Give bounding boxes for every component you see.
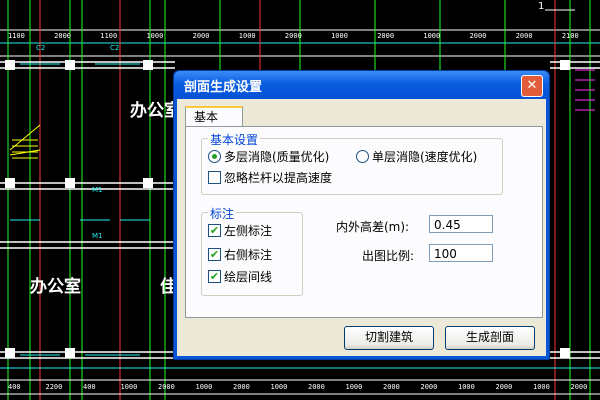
dimension-value: 2000 xyxy=(469,32,487,40)
dimension-value: 2000 xyxy=(420,383,438,391)
window-tag: C2 xyxy=(36,44,46,52)
radio-multi-layer[interactable] xyxy=(208,150,221,163)
checkbox-draw-floor-lines[interactable]: ✔ xyxy=(208,270,221,283)
dimension-value: 1000 xyxy=(146,32,164,40)
dimension-value: 1000 xyxy=(345,383,363,391)
dimension-value: 1000 xyxy=(238,32,256,40)
dimension-value: 2000 xyxy=(54,32,71,40)
section-settings-dialog: 剖面生成设置 ✕ 基本 基本设置 多层消隐(质量优化) 单层消隐(速度优化) 忽… xyxy=(173,70,550,360)
dimension-value: 1100 xyxy=(8,32,25,40)
dimension-value: 1000 xyxy=(270,383,288,391)
dimension-value: 400 xyxy=(83,383,96,391)
basic-settings-group: 基本设置 多层消隐(质量优化) 单层消隐(速度优化) 忽略栏杆以提高速度 xyxy=(201,131,503,195)
door-tag: M1 xyxy=(92,232,103,240)
checkbox-left-annotation[interactable]: ✔ xyxy=(208,224,221,237)
dimension-value: 1000 xyxy=(533,383,550,391)
dimension-row-bottom: 400 2200 400 1000 2000 1000 2000 1000 2000 1000 20… xyxy=(0,383,600,392)
dimension-value: 1100 xyxy=(100,32,118,40)
dimension-value: 2200 xyxy=(45,383,63,391)
dialog-body: 基本 基本设置 多层消隐(质量优化) 单层消隐(速度优化) 忽略栏杆以提高速度 … xyxy=(177,99,546,356)
radio-multi-layer-label[interactable]: 多层消隐(质量优化) xyxy=(224,148,329,165)
scale-input[interactable]: 100 xyxy=(429,244,493,262)
dimension-value: 1000 xyxy=(195,383,213,391)
radio-single-layer[interactable] xyxy=(356,150,369,163)
dimension-value: 1000 xyxy=(120,383,138,391)
dialog-title: 剖面生成设置 xyxy=(184,80,263,95)
door-tag: M1 xyxy=(92,186,103,194)
dimension-value: 2000 xyxy=(233,383,250,391)
tab-panel-basic: 基本设置 多层消隐(质量优化) 单层消隐(速度优化) 忽略栏杆以提高速度 标注 … xyxy=(185,126,543,318)
dimension-value: 2000 xyxy=(192,32,210,40)
annotation-group: 标注 ✔ 左侧标注 ✔ 右侧标注 ✔ 绘层间线 xyxy=(201,205,303,296)
scale-label: 出图比例: xyxy=(362,249,415,263)
dimension-value: 400 xyxy=(8,383,21,391)
dimension-value: 2000 xyxy=(495,383,513,391)
elevation-diff-label: 内外高差(m): xyxy=(336,220,410,234)
annotation-group-label: 标注 xyxy=(208,205,237,222)
tab-basic[interactable]: 基本 xyxy=(185,106,243,126)
elevation-diff-input[interactable]: 0.45 xyxy=(429,215,493,233)
grid-marker-label: 1 xyxy=(538,1,545,12)
dimension-value: 1000 xyxy=(423,32,441,40)
checkbox-right-annotation[interactable]: ✔ xyxy=(208,248,221,261)
dimension-value: 2000 xyxy=(284,32,302,40)
close-icon[interactable]: ✕ xyxy=(521,75,543,97)
radio-single-layer-label[interactable]: 单层消隐(速度优化) xyxy=(372,148,477,165)
dimension-value: 2000 xyxy=(377,32,395,40)
radio-selected-dot xyxy=(212,154,217,159)
dimension-value: 2000 xyxy=(308,383,325,391)
checkbox-left-annotation-label[interactable]: 左侧标注 xyxy=(224,222,272,239)
dialog-titlebar[interactable]: 剖面生成设置 ✕ xyxy=(174,71,549,99)
cut-building-button[interactable]: 切割建筑 xyxy=(344,326,434,350)
dimension-value: 2000 xyxy=(570,383,588,391)
dimension-value: 2100 xyxy=(561,32,579,40)
checkbox-draw-floor-lines-label[interactable]: 绘层间线 xyxy=(224,268,272,285)
room-label-office-bottom: 办公室 xyxy=(30,277,81,297)
dimension-value: 2000 xyxy=(383,383,400,391)
dimension-value: 2000 xyxy=(158,383,175,391)
dimension-value: 2000 xyxy=(515,32,533,40)
basic-settings-label: 基本设置 xyxy=(208,131,261,148)
window-tag: C2 xyxy=(110,44,120,52)
dimension-value: 1000 xyxy=(458,383,475,391)
dimension-value: 1000 xyxy=(331,32,348,40)
checkbox-right-annotation-label[interactable]: 右侧标注 xyxy=(224,246,272,263)
dimension-row-top: 1100 2000 1100 1000 2000 1000 2000 1000 2000 1000… xyxy=(0,32,600,41)
generate-section-button[interactable]: 生成剖面 xyxy=(445,326,535,350)
checkbox-ignore-railing[interactable] xyxy=(208,171,221,184)
checkbox-ignore-railing-label[interactable]: 忽略栏杆以提高速度 xyxy=(224,169,332,186)
